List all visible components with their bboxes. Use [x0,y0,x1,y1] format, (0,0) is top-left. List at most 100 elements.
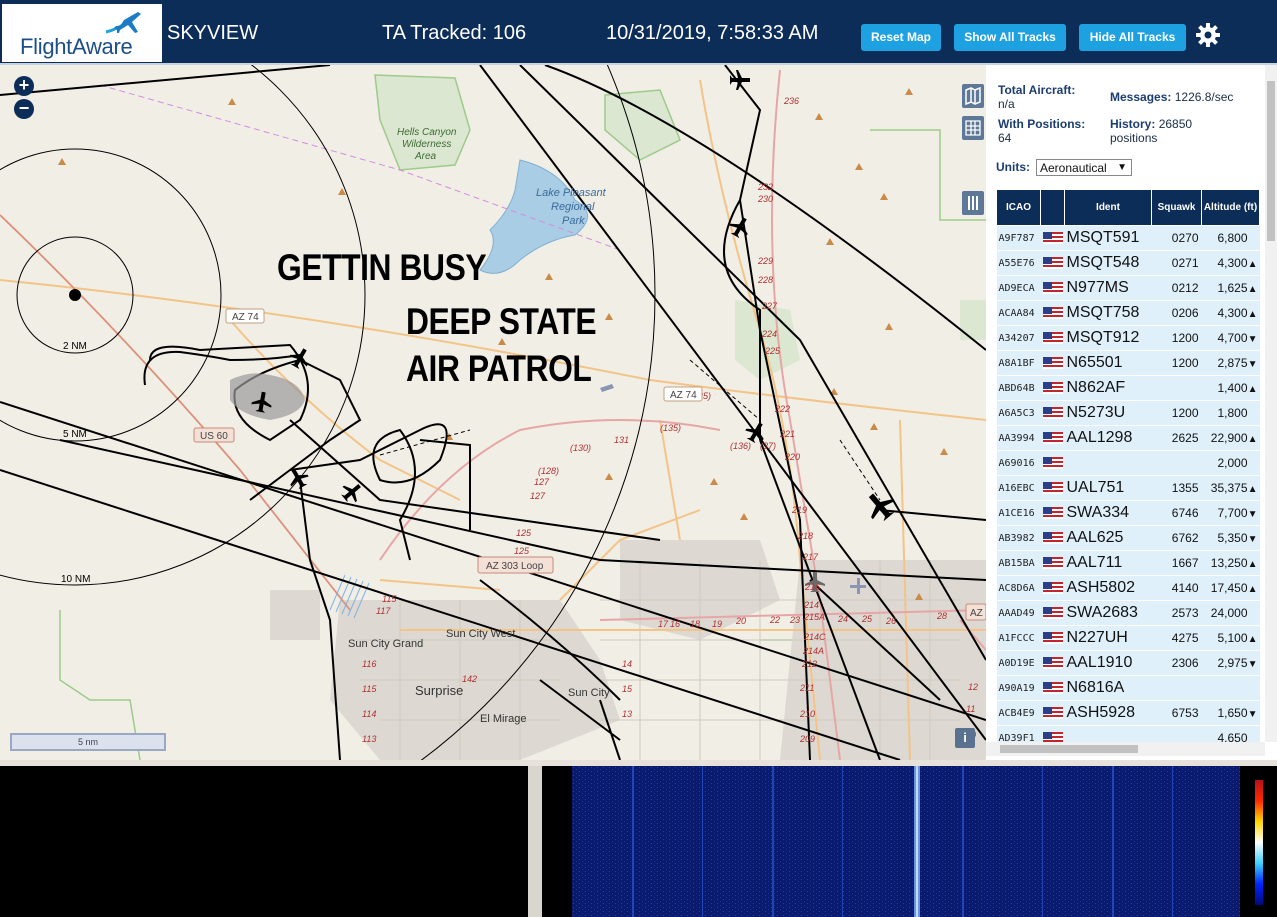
svg-text:Lake Pleasant: Lake Pleasant [536,187,607,199]
flag-cell [1040,675,1065,701]
svg-text:(136): (136) [730,441,751,451]
svg-text:131: 131 [614,435,629,445]
svg-text:17: 17 [658,619,669,629]
map-layers-button[interactable] [962,84,984,108]
ident-cell: N6816A [1064,675,1152,701]
svg-text:15: 15 [622,684,633,694]
svg-text:(130): (130) [570,443,591,453]
altitude-cell: 4,300▲ [1201,250,1260,276]
altitude-value: 5,350 [1217,531,1248,545]
history: History: 26850 positions [1110,117,1192,145]
table-row[interactable]: A55E76 MSQT548 0271 4,300▲ [996,250,1260,276]
altitude-cell: 4,700▼ [1201,325,1260,351]
units-select[interactable]: Aeronautical ▼ [1036,159,1132,176]
us-flag-icon [1042,481,1063,494]
table-row[interactable]: AD9ECA N977MS 0212 1,625▲ [996,275,1260,301]
svg-text:US 60: US 60 [200,431,228,442]
svg-text:219: 219 [791,505,807,515]
table-row[interactable]: A16EBC UAL751 1355 35,375▲ [996,475,1260,501]
table-row[interactable]: A1CE16 SWA334 6746 7,700▼ [996,500,1260,526]
altitude-value: 7,700 [1217,506,1248,520]
altitude-cell: 2,000 [1201,450,1260,476]
flag-cell [1040,650,1065,676]
spectrum-waterfall [572,766,1240,917]
panel-horizontal-scrollbar[interactable] [986,742,1265,756]
altitude-trend-icon: ▲ [1247,559,1258,570]
hide-all-tracks-button[interactable]: Hide All Tracks [1079,24,1186,51]
gear-icon[interactable] [1195,22,1221,48]
history-label: History: [1110,117,1156,131]
columns-button[interactable] [962,191,984,215]
table-row[interactable]: ACAA84 MSQT758 0206 4,300▲ [996,300,1260,326]
table-row[interactable]: A9F787 MSQT591 0270 6,800 [996,225,1260,251]
table-row[interactable]: A1FCCC N227UH 4275 5,100▲ [996,625,1260,651]
flag-cell [1040,550,1065,576]
icao-cell: AB3982 [996,525,1041,551]
table-row[interactable]: A69016 2,000 [996,450,1260,476]
table-row[interactable]: AC8D6A ASH5802 4140 17,450▲ [996,575,1260,601]
column-header-altitude[interactable]: Altitude (ft) [1201,189,1260,226]
vertical-scroll-thumb[interactable] [1267,81,1275,241]
table-row[interactable]: A0D19E AAL1910 2306 2,975▼ [996,650,1260,676]
squawk-cell: 1200 [1151,325,1202,351]
table-row[interactable]: ABD64B N862AF 1,400▲ [996,375,1260,401]
svg-text:28: 28 [936,611,947,621]
altitude-value: 35,375 [1210,481,1248,495]
altitude-cell: 2,875▼ [1201,350,1260,376]
overlay-text-line-2: DEEP STATE [406,301,597,342]
table-row[interactable]: A90A19 N6816A [996,675,1260,701]
altitude-value: 2,975 [1217,656,1248,670]
us-flag-icon [1042,681,1063,694]
ident-cell [1064,450,1152,476]
table-row[interactable]: A6A5C3 N5273U 1200 1,800 [996,400,1260,426]
pane-separator[interactable] [528,766,542,917]
grid-view-button[interactable] [962,116,984,140]
us-flag-icon [1042,556,1063,569]
column-header-ident[interactable]: Ident [1064,189,1152,226]
altitude-trend-icon: ▼ [1247,334,1258,345]
svg-text:11: 11 [966,704,975,714]
zoom-in-button[interactable]: + [14,76,34,96]
table-row[interactable]: A8A1BF N65501 1200 2,875▼ [996,350,1260,376]
altitude-cell: 1,800 [1201,400,1260,426]
info-button[interactable]: i [955,728,975,748]
table-row[interactable]: A34207 MSQT912 1200 4,700▼ [996,325,1260,351]
svg-text:16: 16 [670,619,680,629]
altitude-trend-icon: ▼ [1247,359,1258,370]
column-header-squawk[interactable]: Squawk [1151,189,1202,226]
altitude-trend-icon: ▲ [1247,634,1258,645]
reset-map-button[interactable]: Reset Map [861,24,941,51]
us-flag-icon [1042,706,1063,719]
table-row[interactable]: AB15BA AAL711 1667 13,250▲ [996,550,1260,576]
colorbar [1255,780,1263,905]
us-flag-icon [1042,281,1063,294]
squawk-cell: 1200 [1151,350,1202,376]
show-all-tracks-button[interactable]: Show All Tracks [954,24,1066,51]
table-row[interactable]: AA3994 AAL1298 2625 22,900▲ [996,425,1260,451]
altitude-cell [1201,675,1260,701]
horizontal-scroll-thumb[interactable] [1000,745,1138,753]
panel-vertical-scrollbar[interactable] [1265,65,1277,742]
flightaware-logo[interactable]: FlightAware [2,4,162,62]
ident-cell: ASH5928 [1064,700,1152,726]
table-row[interactable]: AAAD49 SWA2683 2573 24,000 [996,600,1260,626]
altitude-value: 1,800 [1217,406,1248,420]
svg-text:115: 115 [382,594,397,604]
aircraft-table: ICAO Ident Squawk Altitude (ft) A9F787 MS… [996,189,1260,751]
chevron-down-icon: ▼ [1117,162,1127,173]
table-row[interactable]: AB3982 AAL625 6762 5,350▼ [996,525,1260,551]
svg-text:214C: 214C [803,632,826,642]
svg-text:AZ: AZ [970,608,983,619]
top-bar: FlightAware SKYVIEW TA Tracked: 106 10/3… [0,0,1277,65]
zoom-out-button[interactable]: − [14,99,34,119]
table-row[interactable]: ACB4E9 ASH5928 6753 1,650▼ [996,700,1260,726]
altitude-cell: 6,800 [1201,225,1260,251]
us-flag-icon [1042,456,1063,469]
icao-cell: A1CE16 [996,500,1041,526]
altitude-value: 4,300 [1217,256,1248,270]
squawk-cell: 2306 [1151,650,1202,676]
map-view[interactable]: 236 232 230 229 228 227 224 225 222 221 220 219 … [0,65,986,762]
us-flag-icon [1042,581,1063,594]
column-header-icao[interactable]: ICAO [996,189,1041,226]
column-header-flag[interactable] [1040,189,1065,226]
